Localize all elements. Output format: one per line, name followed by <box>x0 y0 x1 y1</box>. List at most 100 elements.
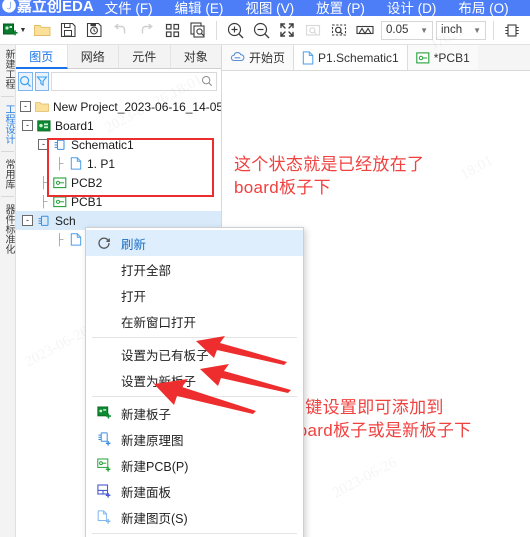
menu-separator <box>92 396 297 397</box>
tab-sheets[interactable]: 图页 <box>16 45 68 69</box>
grid-icon[interactable] <box>159 17 185 43</box>
menu-item-new-panel[interactable]: 新建面板 <box>86 478 303 504</box>
vtab-project-design[interactable]: 工程设计 <box>0 100 15 148</box>
menu-item-label: 在新窗口打开 <box>121 315 197 330</box>
grid-size-select[interactable]: 0.05 ▼ <box>381 20 433 40</box>
toolbar: ▼ 0.05 ▼ inch ▼ <box>0 16 530 45</box>
doc-tab-label: P1.Schematic1 <box>318 50 399 65</box>
menu-item-new-schematic[interactable]: 新建原理图 <box>86 426 303 452</box>
doc-tab-pcb1[interactable]: *PCB1 <box>407 45 478 70</box>
component-icon[interactable] <box>499 17 525 43</box>
menu-item-new-pcb[interactable]: 新建PCB(P) <box>86 452 303 478</box>
menu-item-refresh[interactable]: 刷新 <box>86 230 303 256</box>
tree-item-project[interactable]: - New Project_2023-06-16_14-05-03 <box>16 97 221 116</box>
menu-items: 文件 (F) 编辑 (E) 视图 (V) 放置 (P) 设计 (D) 布局 (O… <box>94 0 530 16</box>
undo-icon <box>107 17 133 43</box>
menu-item-open-all[interactable]: 打开全部 <box>86 256 303 282</box>
tab-nets[interactable]: 网络 <box>67 45 119 68</box>
toolbar-separator-1 <box>216 20 217 40</box>
menu-item-label: 打开 <box>121 289 147 304</box>
toolbar-separator-2 <box>493 20 494 40</box>
zoom-in-icon[interactable] <box>222 17 248 43</box>
chevron-down-icon: ▼ <box>420 25 428 35</box>
tab-objects[interactable]: 对象 <box>170 45 221 68</box>
brand-label: 嘉立创EDA <box>17 0 94 15</box>
menu-item-label: 新建板子 <box>121 407 172 422</box>
app-window: 🅙 嘉立创EDA 文件 (F) 编辑 (E) 视图 (V) 放置 (P) 设计 … <box>0 0 530 537</box>
search-icon <box>201 75 213 87</box>
doc-tab-start-page[interactable]: 开始页 <box>222 45 295 70</box>
tree-item-board1[interactable]: - Board1 <box>16 116 221 135</box>
menu-item-new-board[interactable]: 新建板子 <box>86 400 303 426</box>
tree-item-pcb2[interactable]: ├ PCB2 <box>16 173 221 192</box>
menu-item-view[interactable]: 视图 (V) <box>234 1 305 16</box>
menu-item-design[interactable]: 设计 (D) <box>376 1 448 16</box>
vtab-device-standardization[interactable]: 器件标准化 <box>0 200 15 258</box>
zoom-out-icon[interactable] <box>248 17 274 43</box>
measure-icon[interactable] <box>352 17 378 43</box>
expander-icon[interactable]: - <box>20 101 31 112</box>
menu-item-label: 设置为已有板子 <box>121 348 209 363</box>
search-toggle-button[interactable] <box>18 71 33 91</box>
tree-item-p1[interactable]: ├ 1. P1 <box>16 154 221 173</box>
new-board-icon <box>94 404 114 422</box>
menu-item-set-as-existing-board[interactable]: 设置为已有板子 <box>86 341 303 367</box>
expander-icon[interactable]: - <box>22 120 33 131</box>
menu-item-layout[interactable]: 布局 (O) <box>447 1 519 16</box>
annotation-top: 这个状态就是已经放在了 board板子下 <box>234 155 425 197</box>
vtab-divider <box>1 151 14 152</box>
menu-item-tools[interactable]: 工具 <box>520 1 530 16</box>
chevron-down-icon: ▼ <box>473 25 481 35</box>
save-all-icon[interactable] <box>81 17 107 43</box>
pcb-icon <box>52 176 67 190</box>
menu-item-file[interactable]: 文件 (F) <box>94 1 164 16</box>
tree-label-project: New Project_2023-06-16_14-05-03 <box>53 99 221 114</box>
tree-label-schematic2: Sch <box>55 213 76 228</box>
tree-elbow-icon: ├ <box>39 195 48 208</box>
tree-item-schematic1[interactable]: - Schematic1 <box>16 135 221 154</box>
menu-item-open-in-new-window[interactable]: 在新窗口打开 <box>86 308 303 334</box>
menu-item-place[interactable]: 放置 (P) <box>305 1 376 16</box>
pcb-icon <box>52 195 67 209</box>
tree-elbow-icon: ├ <box>55 233 64 246</box>
schematic-icon <box>36 214 51 228</box>
menu-item-label: 新建图页(S) <box>121 511 188 526</box>
board-icon <box>36 119 51 133</box>
schematic-icon <box>52 138 67 152</box>
search-row <box>16 69 221 93</box>
doc-tab-p1-schematic1[interactable]: P1.Schematic1 <box>294 45 408 70</box>
left-activity-bar: 新建工程 工程设计 常用库 器件标准化 <box>0 45 16 537</box>
logo-icon: 🅙 <box>2 0 16 14</box>
menu-item-set-as-new-board[interactable]: 设置为新板子 <box>86 367 303 393</box>
tree-label-pcb2: PCB2 <box>71 175 103 190</box>
open-folder-icon[interactable] <box>29 17 55 43</box>
menu-item-new-sheet[interactable]: 新建图页(S) <box>86 504 303 530</box>
page-icon <box>68 157 83 171</box>
search-input-wrapper[interactable] <box>51 71 217 91</box>
vtab-divider <box>1 96 14 97</box>
dropdown-caret-icon[interactable]: ▼ <box>17 17 29 43</box>
tab-components[interactable]: 元件 <box>119 45 171 68</box>
copy-preview-icon[interactable] <box>185 17 211 43</box>
save-icon[interactable] <box>55 17 81 43</box>
menu-separator <box>92 337 297 338</box>
pcb-icon <box>415 51 430 63</box>
document-tabs: 开始页 P1.Schematic1 *PCB1 <box>222 45 530 71</box>
menu-item-edit[interactable]: 编辑 (E) <box>164 1 235 16</box>
vtab-divider <box>1 196 14 197</box>
filter-button[interactable] <box>35 71 49 91</box>
vtab-new-project[interactable]: 新建工程 <box>0 45 15 93</box>
zoom-area-icon[interactable] <box>326 17 352 43</box>
unit-select[interactable]: inch ▼ <box>436 20 486 40</box>
annotation-bottom: 右键设置即可添加到 board板子或是新板子下 <box>288 398 472 440</box>
vtab-common-library[interactable]: 常用库 <box>0 155 15 193</box>
tree-item-pcb1[interactable]: ├ PCB1 <box>16 192 221 211</box>
fit-screen-icon[interactable] <box>274 17 300 43</box>
unit-value: inch <box>441 24 463 36</box>
new-pcb-icon <box>94 456 114 474</box>
expander-icon[interactable]: - <box>22 215 33 226</box>
search-input[interactable] <box>55 74 201 88</box>
menu-bar: 🅙 嘉立创EDA 文件 (F) 编辑 (E) 视图 (V) 放置 (P) 设计 … <box>0 0 530 16</box>
expander-icon[interactable]: - <box>38 139 49 150</box>
menu-item-open[interactable]: 打开 <box>86 282 303 308</box>
